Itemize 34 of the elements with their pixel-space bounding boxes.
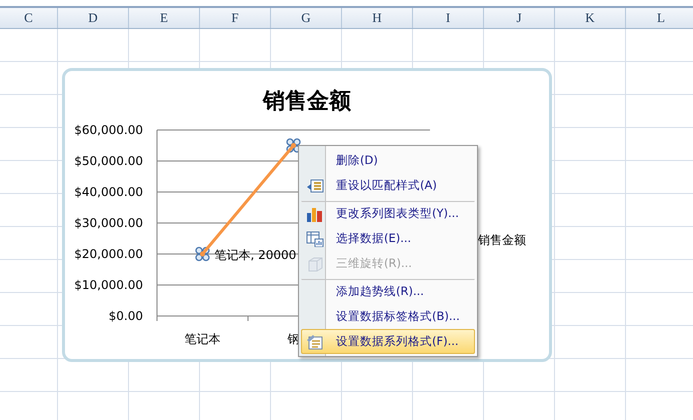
axis-label: $40,000.00 bbox=[74, 185, 143, 199]
cube-icon bbox=[306, 256, 324, 272]
bar-chart-icon bbox=[306, 206, 324, 222]
axis-label: $0.00 bbox=[108, 309, 143, 323]
column-header[interactable]: G bbox=[270, 8, 341, 28]
column-header[interactable]: E bbox=[128, 8, 199, 28]
menu-item[interactable]: 删除(D) bbox=[301, 148, 475, 173]
column-header[interactable]: C bbox=[0, 8, 57, 28]
legend-label: 销售金额 bbox=[478, 233, 526, 247]
axis-label: $30,000.00 bbox=[74, 216, 143, 230]
menu-item[interactable]: 添加趋势线(R)... bbox=[301, 279, 475, 304]
axis-label: $50,000.00 bbox=[74, 154, 143, 168]
column-header[interactable]: K bbox=[554, 8, 625, 28]
menu-item[interactable]: 选择数据(E)... bbox=[301, 226, 475, 251]
axis-label: 笔记本 bbox=[184, 332, 220, 346]
column-header[interactable]: L bbox=[625, 8, 693, 28]
format-icon bbox=[306, 334, 324, 350]
menu-item[interactable]: 重设以匹配样式(A) bbox=[301, 173, 475, 198]
column-header[interactable]: H bbox=[341, 8, 412, 28]
axis-label: $60,000.00 bbox=[74, 123, 143, 137]
axis-label: $10,000.00 bbox=[74, 278, 143, 292]
column-header[interactable]: D bbox=[57, 8, 128, 28]
column-header[interactable]: F bbox=[199, 8, 270, 28]
chart-title: 销售金额 bbox=[263, 89, 351, 114]
table-icon bbox=[306, 230, 324, 246]
column-header[interactable]: J bbox=[483, 8, 554, 28]
menu-item[interactable]: 设置数据系列格式(F)... bbox=[301, 329, 475, 354]
column-header[interactable]: I bbox=[412, 8, 483, 28]
data-label: 笔记本, 20000 bbox=[214, 248, 296, 262]
menu-item[interactable]: 更改系列图表类型(Y)... bbox=[301, 201, 475, 226]
axis-label: $20,000.00 bbox=[74, 247, 143, 261]
data-point[interactable] bbox=[195, 246, 210, 262]
chart-reset-icon bbox=[306, 178, 324, 194]
menu-item[interactable]: 设置数据标签格式(B)... bbox=[301, 304, 475, 329]
